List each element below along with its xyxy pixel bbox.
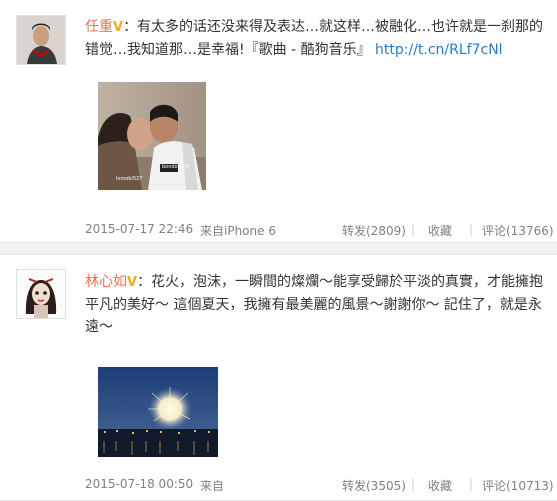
image-caption: bondoff.58 [162,164,190,170]
divider: | [469,222,474,236]
repost-button[interactable]: 转发(2809) [342,222,406,239]
divider: | [411,222,416,236]
repost-button[interactable]: 转发(3505) [342,477,406,494]
weibo-feed: 任重V：有太多的话还没来得及表达…就这样…被融化…也许就是一刹那的错觉…我知道那… [0,0,557,501]
favorite-button[interactable]: 收藏 [428,222,452,239]
user-name[interactable]: 任重 [85,19,113,35]
verified-v-icon: V [127,275,138,290]
post-source[interactable]: 来自iPhone 6 [200,222,276,239]
verified-v-icon: V [113,20,124,35]
avatar[interactable] [16,15,66,65]
post-image[interactable] [98,367,218,457]
favorite-button[interactable]: 收藏 [428,477,452,494]
post-text: ：花火，泡沫，一瞬間的燦爛～能享受歸於平淡的真實，才能擁抱平凡的美好～ 這個夏天… [85,274,544,335]
post-time[interactable]: 2015-07-18 00:50 [85,477,193,491]
comment-button[interactable]: 评论(10713) [482,477,554,494]
divider: | [469,477,474,491]
image-caption: lomobi527 [116,176,143,182]
user-name[interactable]: 林心如 [85,274,127,290]
post-image[interactable]: lomobi527 bondoff.58 [98,82,206,190]
post-content: 林心如V：花火，泡沫，一瞬間的燦爛～能享受歸於平淡的真實，才能擁抱平凡的美好～ … [85,271,549,338]
comment-button[interactable]: 评论(13766) [482,222,554,239]
avatar[interactable] [16,269,66,319]
post-separator [0,243,557,254]
divider: | [411,477,416,491]
post-link[interactable]: http://t.cn/RLf7cNl [375,42,503,58]
post-source[interactable]: 来自 [200,477,224,494]
post-content: 任重V：有太多的话还没来得及表达…就这样…被融化…也许就是一刹那的错觉…我知道那… [85,16,549,61]
feed-post: 任重V：有太多的话还没来得及表达…就这样…被融化…也许就是一刹那的错觉…我知道那… [0,0,557,243]
feed-post: 林心如V：花火，泡沫，一瞬間的燦爛～能享受歸於平淡的真實，才能擁抱平凡的美好～ … [0,254,557,501]
post-time[interactable]: 2015-07-17 22:46 [85,222,193,236]
